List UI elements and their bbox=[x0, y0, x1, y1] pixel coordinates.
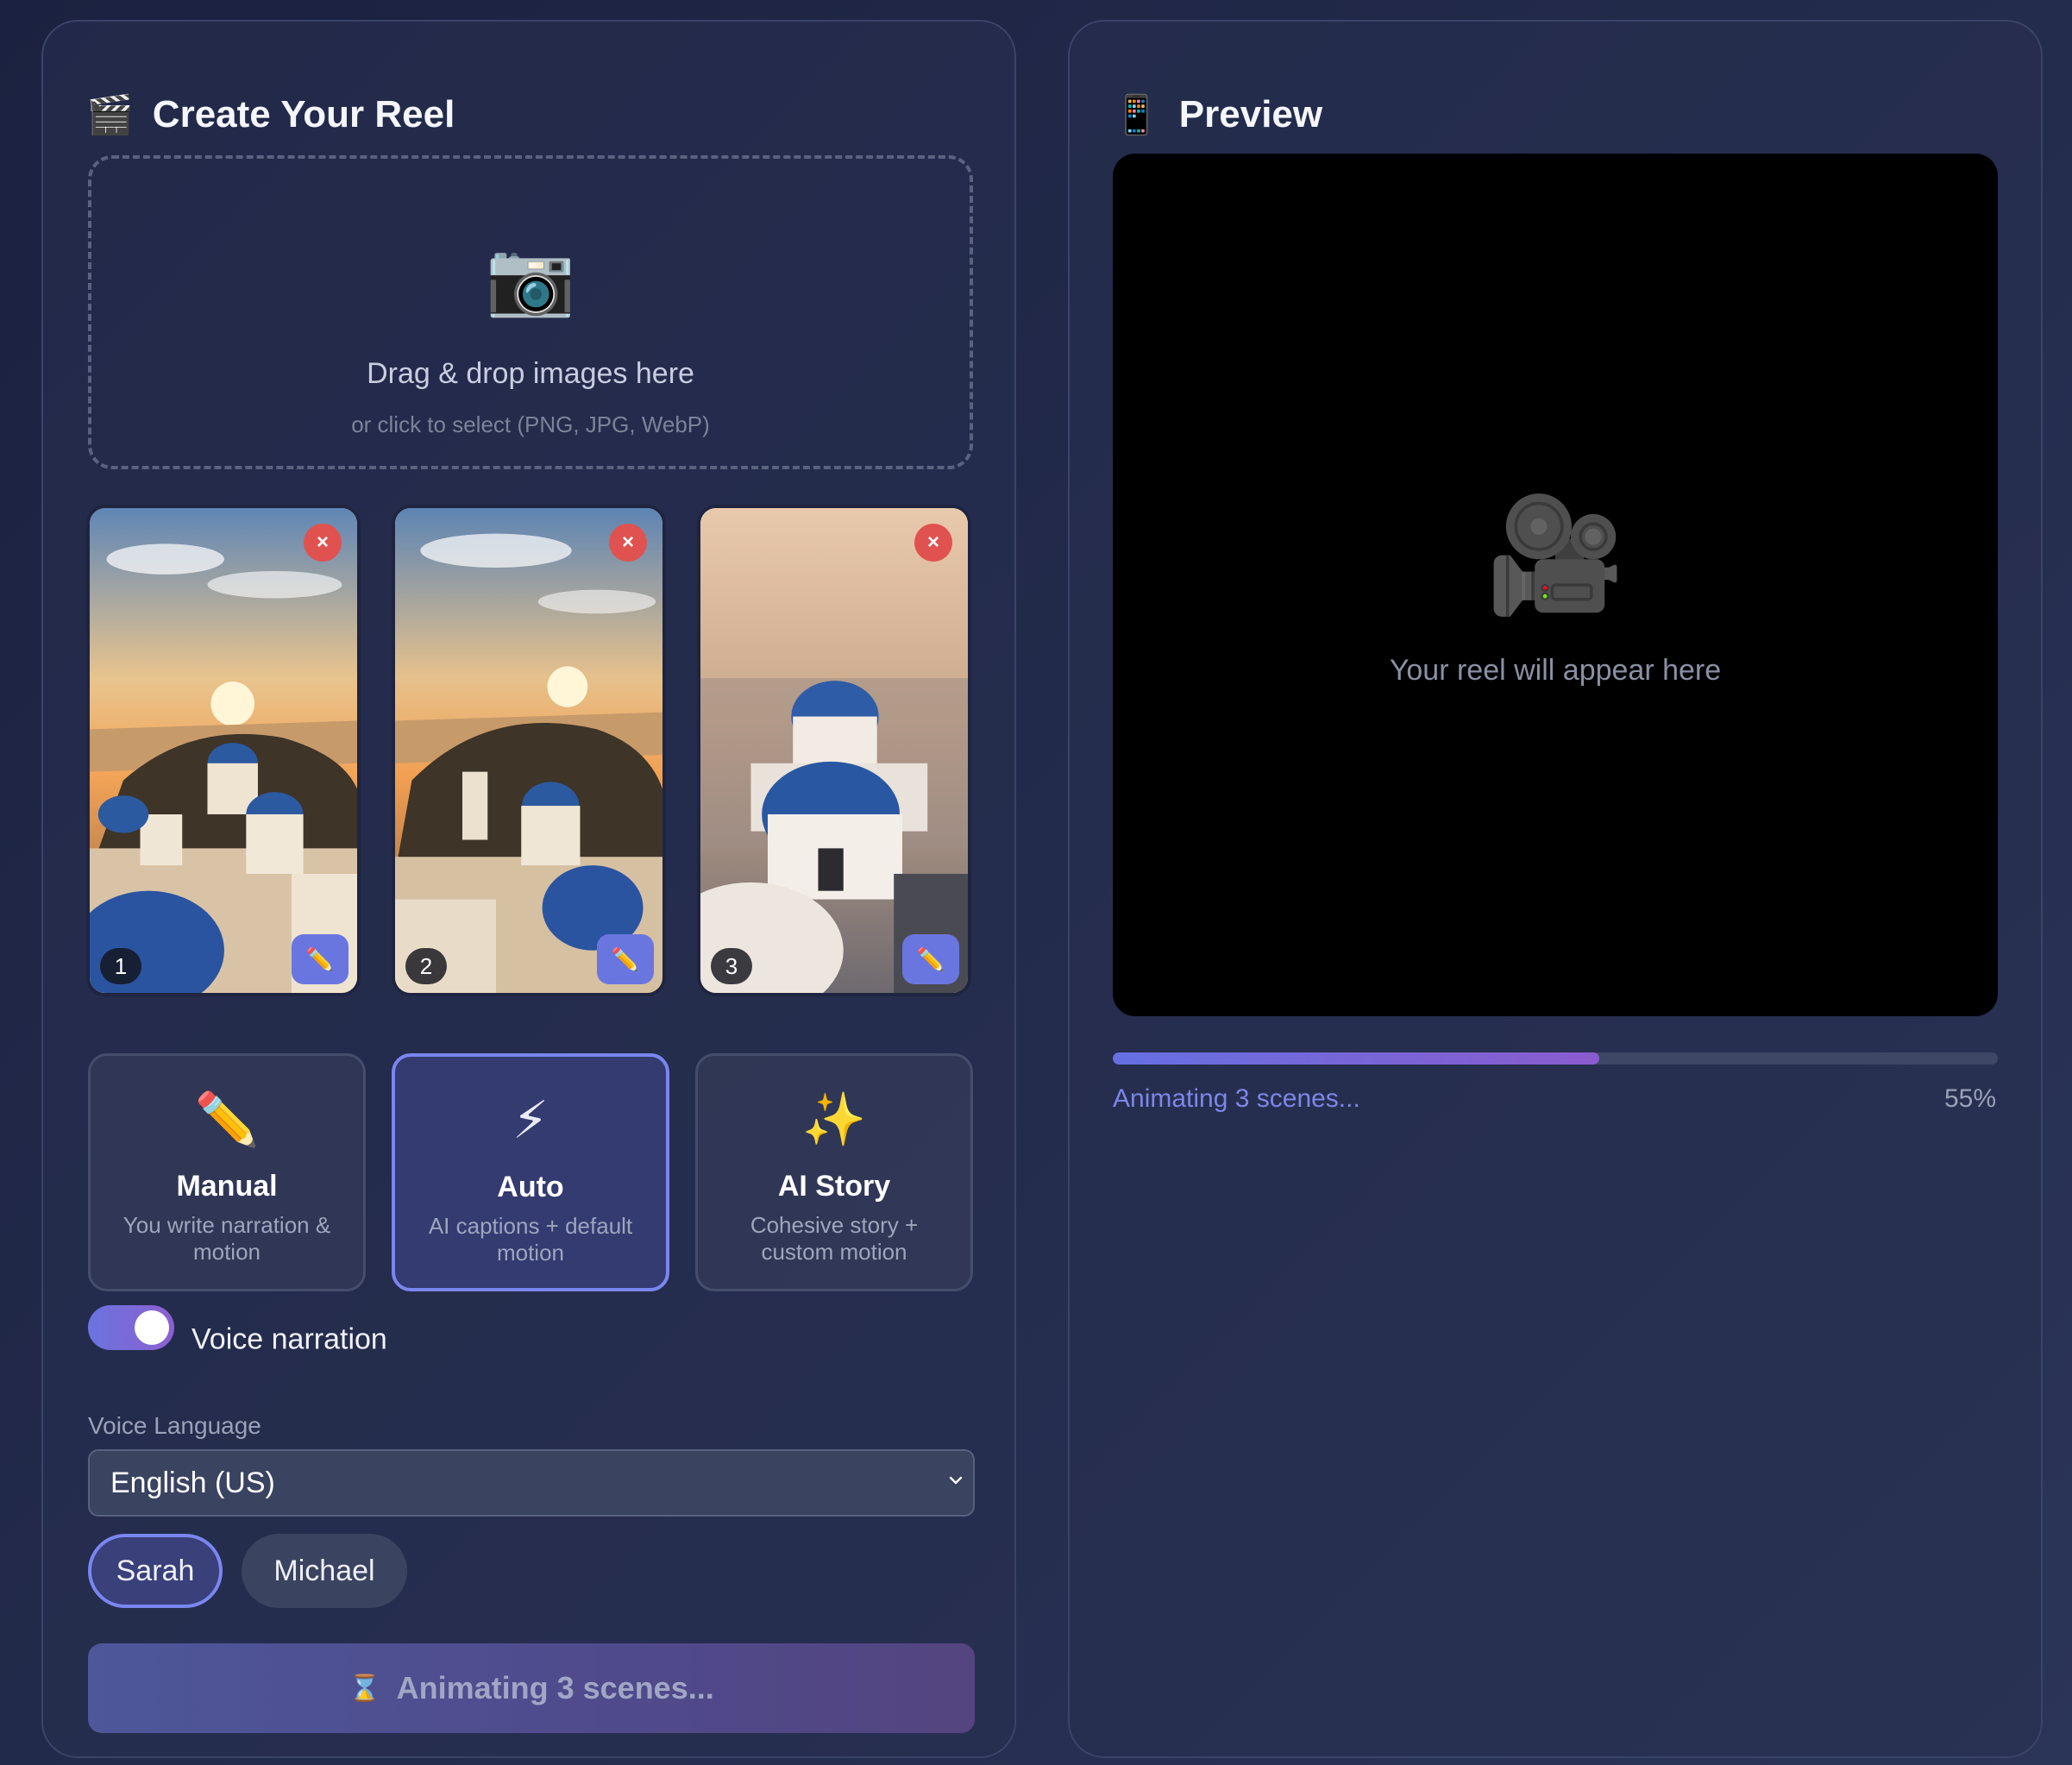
image-number-badge: 1 bbox=[100, 948, 141, 984]
image-thumbnail-3[interactable]: × 3 ✏️ bbox=[697, 505, 971, 996]
santorini-church-image bbox=[700, 508, 968, 993]
animate-button-label: Animating 3 scenes... bbox=[396, 1670, 714, 1705]
image-number-badge: 2 bbox=[405, 948, 447, 984]
remove-image-button[interactable]: × bbox=[304, 524, 342, 562]
remove-image-button[interactable]: × bbox=[609, 524, 647, 562]
mode-auto-card[interactable]: ⚡ Auto AI captions + default motion bbox=[392, 1053, 669, 1291]
santorini-sunset-image bbox=[395, 508, 662, 993]
progress-percent: 55% bbox=[1943, 1084, 1996, 1113]
clapperboard-icon: 🎬 bbox=[86, 94, 134, 136]
sparkles-icon: ✨ bbox=[801, 1090, 867, 1148]
chevron-down-icon bbox=[949, 1476, 963, 1485]
movie-camera-icon: 🎥 bbox=[1485, 492, 1625, 618]
selected-language: English (US) bbox=[110, 1466, 275, 1499]
mode-description: Cohesive story + custom motion bbox=[750, 1212, 919, 1265]
hourglass-icon: ⌛ bbox=[348, 1674, 381, 1703]
progress-status: Animating 3 scenes... bbox=[1113, 1084, 1360, 1113]
voice-option-sarah[interactable]: Sarah bbox=[88, 1534, 223, 1608]
remove-image-button[interactable]: × bbox=[914, 524, 952, 562]
image-thumbnail-1[interactable]: × 1 ✏️ bbox=[86, 505, 361, 996]
preview-panel: 📱 Preview 🎥 Your reel will appear here A… bbox=[1068, 20, 2043, 1758]
panel-title: Preview bbox=[1178, 93, 1323, 135]
pencil-icon: ✏️ bbox=[194, 1090, 260, 1148]
pencil-icon: ✏️ bbox=[611, 945, 640, 972]
santorini-sunset-image bbox=[90, 508, 357, 993]
voice-language-label: Voice Language bbox=[88, 1412, 261, 1439]
mode-title: AI Story bbox=[777, 1170, 891, 1203]
create-reel-header: 🎬 Create Your Reel bbox=[86, 89, 455, 141]
animate-button[interactable]: ⌛ Animating 3 scenes... bbox=[88, 1643, 975, 1733]
edit-image-button[interactable]: ✏️ bbox=[597, 934, 654, 984]
image-number-badge: 3 bbox=[711, 948, 752, 984]
reel-preview-screen: 🎥 Your reel will appear here bbox=[1113, 154, 1998, 1016]
panel-title: Create Your Reel bbox=[152, 93, 455, 135]
mode-ai-story-card[interactable]: ✨ AI Story Cohesive story + custom motio… bbox=[695, 1053, 973, 1291]
image-thumbnail-2[interactable]: × 2 ✏️ bbox=[392, 505, 666, 996]
create-reel-panel: 🎬 Create Your Reel 📷 Drag & drop images … bbox=[41, 20, 1016, 1758]
pencil-icon: ✏️ bbox=[305, 945, 335, 972]
progress-bar bbox=[1113, 1052, 1998, 1065]
voice-language-select[interactable]: English (US) bbox=[88, 1449, 975, 1517]
camera-icon: 📷 bbox=[485, 237, 576, 318]
edit-image-button[interactable]: ✏️ bbox=[292, 934, 348, 984]
voice-narration-label: Voice narration bbox=[192, 1322, 387, 1356]
pencil-icon: ✏️ bbox=[916, 945, 945, 972]
toggle-knob bbox=[135, 1310, 169, 1345]
preview-header: 📱 Preview bbox=[1113, 89, 1322, 141]
preview-placeholder-text: Your reel will appear here bbox=[1389, 654, 1722, 687]
image-dropzone[interactable]: 📷 Drag & drop images here or click to se… bbox=[88, 155, 973, 469]
edit-image-button[interactable]: ✏️ bbox=[902, 934, 959, 984]
voice-narration-toggle[interactable] bbox=[88, 1305, 174, 1350]
mobile-phone-icon: 📱 bbox=[1113, 94, 1160, 136]
voice-option-michael[interactable]: Michael bbox=[242, 1534, 407, 1608]
dropzone-title: Drag & drop images here bbox=[367, 357, 694, 390]
lightning-icon: ⚡ bbox=[512, 1091, 549, 1149]
mode-description: AI captions + default motion bbox=[428, 1213, 633, 1266]
mode-title: Manual bbox=[176, 1170, 278, 1203]
mode-manual-card[interactable]: ✏️ Manual You write narration & motion bbox=[88, 1053, 366, 1291]
mode-title: Auto bbox=[497, 1171, 564, 1203]
progress-fill bbox=[1113, 1052, 1600, 1065]
dropzone-subtitle: or click to select (PNG, JPG, WebP) bbox=[351, 411, 710, 437]
mode-description: You write narration & motion bbox=[122, 1212, 331, 1265]
